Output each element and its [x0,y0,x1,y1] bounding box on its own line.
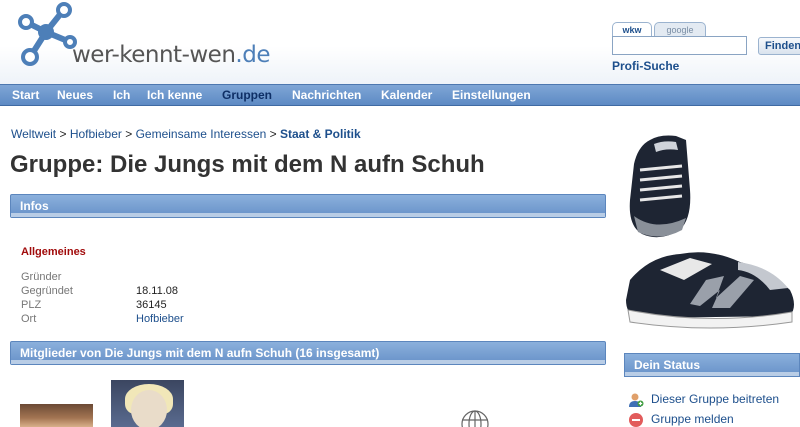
plz-value: 36145 [136,299,167,311]
globe-icon [461,410,489,427]
profi-search-link[interactable]: Profi-Suche [612,59,679,73]
nav-item-ich[interactable]: Ich [113,88,130,102]
nav-item-ich-kenne[interactable]: Ich kenne [147,88,202,102]
gegruendet-label: Gegründet [21,285,73,297]
ort-link[interactable]: Hofbieber [136,313,184,325]
add-user-icon [629,393,644,407]
search-box: wkw google Finden Profi-Suche [612,22,800,78]
tab-wkw[interactable]: wkw [612,22,652,37]
gruender-label: Gründer [21,271,62,283]
breadcrumb-separator: > [125,127,133,141]
nav-item-start[interactable]: Start [12,88,39,102]
header: wer-kennt-wen.de wkw google Finden Profi… [0,0,800,84]
search-input[interactable] [612,36,747,55]
allgemeines-heading: Allgemeines [21,246,86,258]
nav-item-nachrichten[interactable]: Nachrichten [292,88,361,102]
ort-label: Ort [21,313,37,325]
page-title: Gruppe: Die Jungs mit dem N aufn Schuh [10,151,485,178]
main-nav: Start Neues Ich Ich kenne Gruppen Nachri… [0,84,800,106]
sneaker-image-icon [626,135,794,329]
breadcrumb: Weltweit > Hofbieber > Gemeinsame Intere… [11,127,361,141]
site-logo[interactable]: wer-kennt-wen.de [12,2,302,74]
tab-google[interactable]: google [654,22,706,37]
member-avatar[interactable] [20,404,93,427]
plz-label: PLZ [21,299,42,311]
shoe-advertisement[interactable] [620,130,800,340]
member-avatar[interactable] [111,380,184,427]
members-section-header: Mitglieder von Die Jungs mit dem N aufn … [10,341,606,365]
breadcrumb-gemeinsame-interessen[interactable]: Gemeinsame Interessen [136,127,267,141]
breadcrumb-separator: > [59,127,67,141]
breadcrumb-separator: > [269,127,277,141]
breadcrumb-weltweit[interactable]: Weltweit [11,127,56,141]
nav-item-einstellungen[interactable]: Einstellungen [452,88,531,102]
breadcrumb-hofbieber[interactable]: Hofbieber [70,127,122,141]
members-section-title: Mitglieder von Die Jungs mit dem N aufn … [20,346,380,360]
status-section-header: Dein Status [624,353,800,377]
nav-item-gruppen[interactable]: Gruppen [222,88,272,102]
join-group-link[interactable]: Dieser Gruppe beitreten [651,392,779,406]
breadcrumb-staat-politik[interactable]: Staat & Politik [280,127,361,141]
nav-item-kalender[interactable]: Kalender [381,88,432,102]
infos-section-header: Infos [10,194,606,218]
nav-item-neues[interactable]: Neues [57,88,93,102]
status-section-title: Dein Status [634,358,701,372]
gegruendet-value: 18.11.08 [136,285,179,297]
report-group-link[interactable]: Gruppe melden [651,412,734,426]
report-icon [629,413,643,427]
logo-wordmark: wer-kennt-wen.de [72,42,270,68]
infos-section-title: Infos [20,199,49,213]
search-button[interactable]: Finden [758,37,800,55]
